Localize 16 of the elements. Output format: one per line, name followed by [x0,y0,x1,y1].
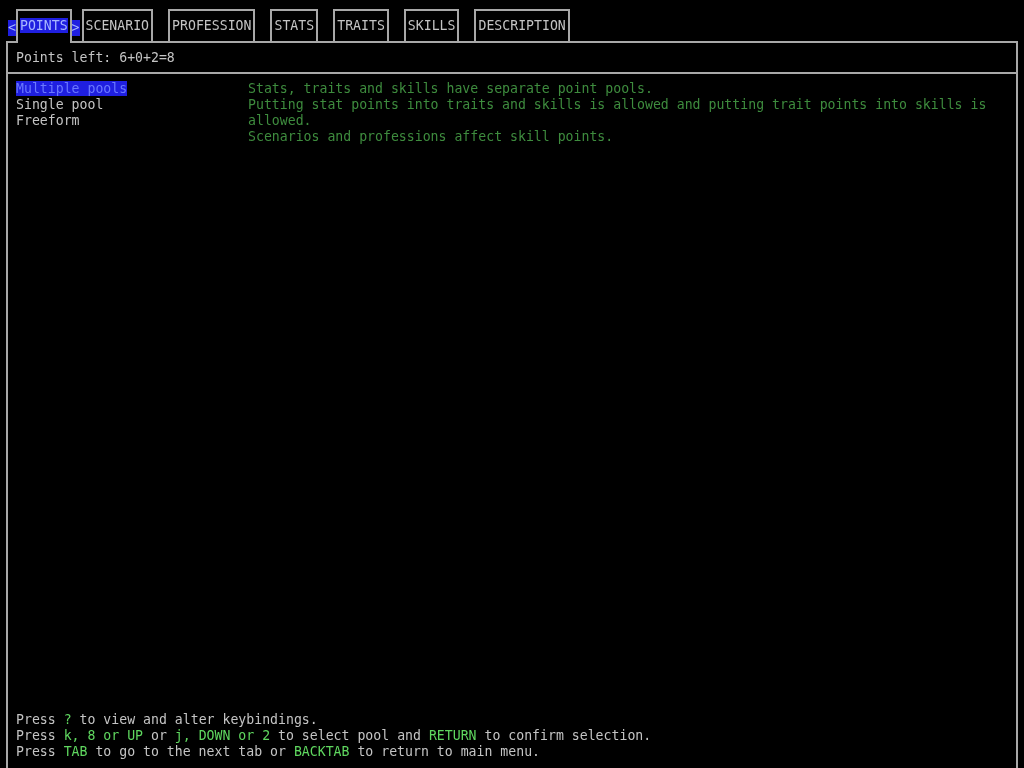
help-text: Press ? to view and alter keybindings. [16,712,319,728]
description-text: Stats, traits and skills have separate point pools. [248,81,654,97]
tab[interactable]: STATS [270,9,319,41]
pool-item[interactable]: Freeform [16,113,80,128]
pool-item[interactable]: Single pool [16,97,104,112]
tab[interactable]: TRAITS [333,9,389,41]
tab[interactable]: SKILLS [403,9,460,41]
tab[interactable]: PROFESSION [168,9,256,41]
tab[interactable]: DESCRIPTION [474,9,570,41]
description-text: Scenarios and professions affect skill points. [248,129,615,145]
help-text: Press k, 8 or UP or j, DOWN or 2 to select pool and RETURN to confirm selection. [16,728,653,744]
points-left-text: Points left: 6+0+2=8 [8,43,1016,74]
help-text: Press TAB to go to the next tab or BACKTAB to return to main menu. [16,744,542,760]
tab[interactable]: POINTS [15,9,72,43]
description-text: Putting stat points into traits and skills is allowed and putting trait points into skills is allowed. [248,97,988,129]
tab[interactable]: SCENARIO [81,9,154,41]
